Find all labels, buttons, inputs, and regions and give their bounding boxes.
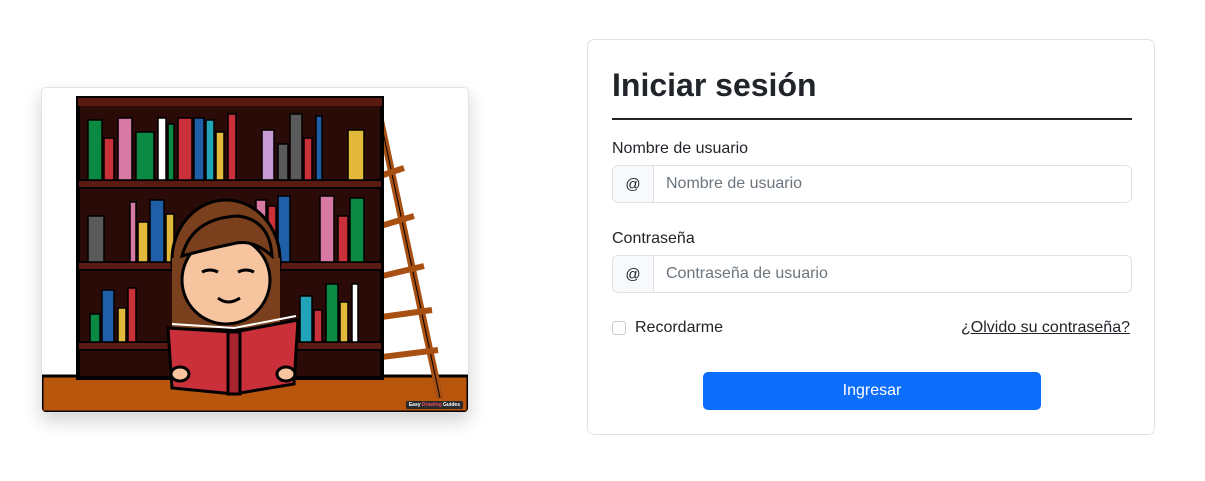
password-input-group: @ — [612, 255, 1132, 293]
reading-girl-illustration — [42, 96, 468, 412]
title-divider — [612, 118, 1132, 120]
login-submit-button[interactable]: Ingresar — [703, 372, 1041, 410]
remember-checkbox[interactable] — [612, 321, 626, 335]
watermark-accent: Drawing — [421, 402, 444, 408]
login-card: Iniciar sesión Nombre de usuario @ Contr… — [587, 39, 1155, 435]
remember-label: Recordarme — [635, 319, 724, 336]
login-title: Iniciar sesión — [612, 67, 817, 103]
watermark-suffix: Guides — [443, 402, 460, 408]
illustration-card: Easy Drawing Guides — [41, 87, 469, 413]
password-input[interactable] — [654, 256, 1131, 292]
username-input-group: @ — [612, 165, 1132, 203]
watermark-badge: Easy Drawing Guides — [405, 401, 463, 409]
username-input[interactable] — [654, 166, 1131, 202]
watermark-prefix: Easy — [408, 402, 422, 408]
username-label: Nombre de usuario — [612, 140, 749, 157]
password-label: Contraseña — [612, 230, 695, 247]
login-page: Easy Drawing Guides Iniciar sesión Nombr… — [0, 0, 1205, 481]
forgot-password-link[interactable]: ¿Olvido su contraseña? — [961, 319, 1130, 337]
at-sign-icon: @ — [613, 256, 654, 292]
remember-me[interactable]: Recordarme — [612, 319, 723, 337]
at-sign-icon: @ — [613, 166, 654, 202]
